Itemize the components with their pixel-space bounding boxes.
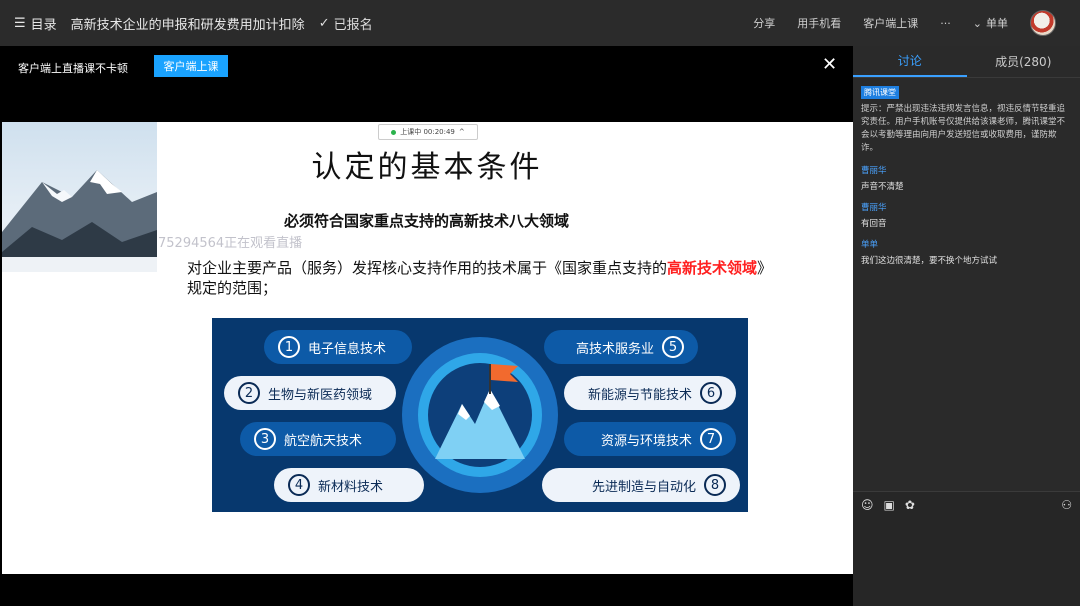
user-icon[interactable]: ⚇ <box>1061 498 1072 512</box>
chevron-up-icon: ^ <box>458 128 465 136</box>
field-3: 3 航空航天技术 <box>240 422 396 456</box>
message-text: 声音不清楚 <box>861 182 904 192</box>
list-item: 曹丽华 声音不清楚 <box>861 165 1072 194</box>
field-8: 先进制造与自动化 8 <box>542 468 740 502</box>
tab-discussion[interactable]: 讨论 <box>853 46 967 77</box>
message-text: 我们这边很清楚，要不换个地方试试 <box>861 256 998 266</box>
image-icon[interactable]: ▣ <box>884 498 895 512</box>
user-name: 单单 <box>986 17 1008 30</box>
chevron-down-icon: ⌄ <box>972 16 982 30</box>
body-text: 对企业主要产品（服务）发挥核心支持作用的技术属于《国家重点支持的 <box>187 259 668 277</box>
side-panel: 讨论 成员(280) 腾讯课堂 提示：严禁出现违法违规发言信息，视违反情节轻重追… <box>853 46 1080 606</box>
live-dot <box>391 129 397 135</box>
field-number: 3 <box>254 428 276 450</box>
field-label: 新材料技术 <box>318 479 384 495</box>
field-6: 新能源与节能技术 6 <box>564 376 736 410</box>
tab-members[interactable]: 成员(280) <box>967 46 1080 77</box>
message-author[interactable]: 单单 <box>861 239 1072 252</box>
list-item: 曹丽华 有回音 <box>861 202 1072 231</box>
mountain-image <box>2 122 157 272</box>
field-number: 7 <box>700 428 722 450</box>
field-label: 航空航天技术 <box>284 433 363 449</box>
field-number: 8 <box>704 474 726 496</box>
video-area: 客户端上直播课不卡顿 客户端上课 ✕ 上课中 00:20:49 ^ 认定的基本条… <box>0 46 853 606</box>
catalog-label: 目录 <box>30 17 57 33</box>
top-bar: ☰ 目录 高新技术企业的申报和研发费用加计扣除 ✓ 已报名 分享 用手机看 客户… <box>0 0 1080 46</box>
close-icon[interactable]: ✕ <box>822 54 837 75</box>
slide-title: 认定的基本条件 <box>311 150 543 185</box>
client-class-button[interactable]: 客户端上课 <box>863 15 918 31</box>
slide: 上课中 00:20:49 ^ 认定的基本条件 75294564正在观看直播 必须… <box>2 122 853 574</box>
field-label: 先进制造与自动化 <box>591 479 696 495</box>
class-timer[interactable]: 上课中 00:20:49 ^ <box>378 124 478 140</box>
flower-icon[interactable]: ✿ <box>905 498 915 512</box>
field-1: 1 电子信息技术 <box>264 330 412 364</box>
signed-label: 已报名 <box>333 17 373 33</box>
share-button[interactable]: 分享 <box>753 15 775 31</box>
system-message: 提示：严禁出现违法违规发言信息，视违反情节轻重追究责任。用户手机账号仅提供给该课… <box>861 104 1066 153</box>
watermark: 75294564正在观看直播 <box>158 236 303 251</box>
menu-icon: ☰ <box>14 15 26 31</box>
video-bottom-bar <box>0 574 853 606</box>
mobile-view-button[interactable]: 用手机看 <box>797 15 841 31</box>
list-item: 单单 我们这边很清楚，要不换个地方试试 <box>861 239 1072 268</box>
field-number: 6 <box>700 382 722 404</box>
user-menu[interactable]: ⌄ 单单 <box>973 15 1008 31</box>
timer-text: 上课中 00:20:49 <box>400 128 455 136</box>
more-button[interactable]: ··· <box>940 17 951 30</box>
client-class-notice-button[interactable]: 客户端上课 <box>154 55 228 77</box>
field-label: 生物与新医药领域 <box>268 387 373 403</box>
message-list: 腾讯课堂 提示：严禁出现违法违规发言信息，视违反情节轻重追究责任。用户手机账号仅… <box>853 78 1080 284</box>
mountain-flag-icon <box>402 337 558 493</box>
fields-diagram: 1 电子信息技术 2 生物与新医药领域 3 航空航天技术 4 新材料技术 高技术… <box>212 318 748 512</box>
field-5: 高技术服务业 5 <box>544 330 698 364</box>
message-author[interactable]: 曹丽华 <box>861 165 1072 178</box>
field-4: 4 新材料技术 <box>274 468 424 502</box>
field-label: 电子信息技术 <box>308 341 387 357</box>
field-number: 1 <box>278 336 300 358</box>
field-label: 新能源与节能技术 <box>587 387 692 403</box>
message-text: 有回音 <box>861 219 887 229</box>
field-label: 资源与环境技术 <box>600 433 692 449</box>
field-number: 5 <box>662 336 684 358</box>
avatar[interactable] <box>1030 10 1056 36</box>
field-number: 2 <box>238 382 260 404</box>
slide-body: 对企业主要产品（服务）发挥核心支持作用的技术属于《国家重点支持的高新技术领域》规… <box>187 258 787 298</box>
field-2: 2 生物与新医药领域 <box>224 376 396 410</box>
field-number: 4 <box>288 474 310 496</box>
message-author[interactable]: 曹丽华 <box>861 202 1072 215</box>
field-label: 高技术服务业 <box>575 341 654 357</box>
catalog-button[interactable]: ☰ 目录 <box>14 14 57 33</box>
slide-subtitle: 必须符合国家重点支持的高新技术八大领域 <box>284 212 570 230</box>
course-title: 高新技术企业的申报和研发费用加计扣除 <box>70 17 305 33</box>
body-highlight: 高新技术领域 <box>667 259 758 277</box>
emoji-icon[interactable]: ☺ <box>861 498 874 512</box>
compose-area[interactable]: ☺ ▣ ✿ ⚇ <box>853 491 1080 606</box>
system-badge: 腾讯课堂 <box>861 86 899 99</box>
check-icon: ✓ <box>318 15 330 31</box>
signed-status: ✓ 已报名 <box>319 14 373 33</box>
client-notice: 客户端上直播课不卡顿 <box>18 62 128 75</box>
field-7: 资源与环境技术 7 <box>564 422 736 456</box>
